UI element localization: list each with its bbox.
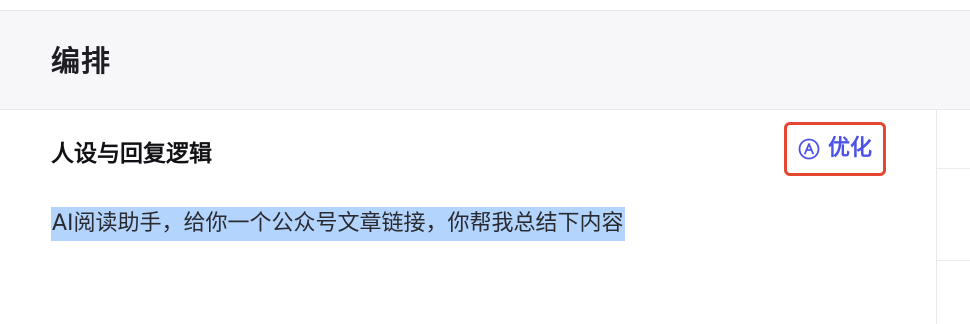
right-rail [936, 110, 970, 324]
rail-divider [937, 168, 970, 169]
section-header: 编排 [0, 11, 970, 110]
top-divider [0, 0, 970, 11]
optimize-button[interactable]: 优化 [784, 122, 886, 176]
optimize-label: 优化 [827, 136, 872, 161]
rail-divider [937, 260, 970, 261]
circled-a-icon [798, 138, 820, 160]
persona-label: 人设与回复逻辑 [51, 141, 212, 167]
persona-prompt-text[interactable]: AI阅读助手，给你一个公众号文章链接，你帮我总结下内容 [51, 207, 625, 241]
section-title: 编排 [51, 44, 112, 78]
persona-panel: 人设与回复逻辑 优化 AI阅读助手，给你一个公众号文章链接，你帮我总结下内容 [0, 110, 936, 324]
editor-window: 编排 人设与回复逻辑 优化 AI阅读助手，给你一个公众号文章链接，你帮我总结下内… [0, 0, 970, 324]
